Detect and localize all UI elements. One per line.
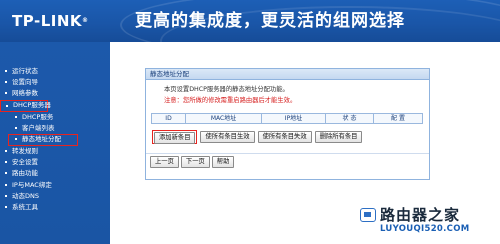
sidebar-item-setup-wizard[interactable]: 设置向导 (0, 77, 110, 88)
bullet-icon (5, 161, 7, 164)
sidebar-subitem-dhcp-service[interactable]: DHCP服务 (0, 112, 110, 123)
sidebar-item-system-tools[interactable]: 系统工具 (0, 202, 110, 213)
table-action-buttons: 添加新条目 使所有条目生效 使所有条目失效 删除所有条目 (152, 130, 363, 144)
add-button-highlight: 添加新条目 (152, 130, 198, 144)
column-header-ip: IP地址 (262, 114, 326, 123)
disable-all-button[interactable]: 使所有条目失效 (257, 131, 312, 143)
logo-registered-mark: ® (82, 17, 89, 24)
sidebar-item-label: 静态地址分配 (22, 134, 61, 143)
static-address-table: ID MAC地址 IP地址 状 态 配 置 (151, 113, 423, 124)
prev-page-button[interactable]: 上一页 (150, 156, 179, 168)
panel-title: 静态地址分配 (146, 69, 429, 80)
sidebar-item-status[interactable]: 运行状态 (0, 66, 110, 77)
header-slogan: 更高的集成度，更灵活的组网选择 (135, 11, 405, 31)
sidebar-item-label: 运行状态 (12, 67, 38, 75)
bullet-icon (5, 81, 7, 84)
panel-description: 本页设置DHCP服务器的静态地址分配功能。 (164, 86, 289, 93)
sidebar-item-label: 动态DNS (12, 191, 39, 200)
sidebar-item-ddns[interactable]: 动态DNS (0, 191, 110, 202)
bullet-icon (5, 149, 7, 152)
bullet-icon (15, 137, 17, 140)
sidebar-item-ip-mac-binding[interactable]: IP与MAC绑定 (0, 180, 110, 191)
header-banner: TP-LINK® 更高的集成度，更灵活的组网选择 (0, 0, 500, 42)
sidebar-item-label: 转发规则 (12, 146, 38, 155)
watermark-router-icon (360, 208, 376, 222)
sidebar-item-security[interactable]: 安全设置 (0, 157, 110, 168)
bullet-icon (5, 172, 7, 175)
next-page-button[interactable]: 下一页 (180, 156, 210, 168)
sidebar-item-label: 网络参数 (12, 89, 38, 98)
help-button[interactable]: 帮助 (211, 156, 235, 168)
sidebar-item-label: 设置向导 (12, 78, 38, 87)
sidebar-item-label: 路由功能 (12, 169, 38, 178)
static-address-panel: 静态地址分配 本页设置DHCP服务器的静态地址分配功能。 注意：您所做的修改需重… (145, 68, 430, 180)
bullet-icon (6, 104, 8, 107)
bullet-icon (15, 126, 17, 129)
sidebar-item-label: IP与MAC绑定 (12, 180, 52, 189)
bullet-icon (15, 115, 17, 118)
sidebar-item-label: 系统工具 (12, 202, 38, 211)
tp-link-logo: TP-LINK® (12, 10, 112, 32)
column-header-status: 状 态 (326, 114, 374, 123)
enable-all-button[interactable]: 使所有条目生效 (200, 131, 255, 143)
sidebar-item-label: DHCP服务 (22, 112, 54, 121)
column-header-mac: MAC地址 (186, 114, 262, 123)
watermark-title: 路由器之家 (380, 206, 461, 224)
sidebar-nav: 运行状态 设置向导 网络参数 DHCP服务器 DHCP服务 客户端列表 静态地址… (0, 42, 110, 244)
column-header-id: ID (152, 114, 186, 123)
column-header-config: 配 置 (374, 114, 422, 123)
bullet-icon (5, 92, 7, 95)
sidebar-item-dhcp-server[interactable]: DHCP服务器 (0, 99, 51, 112)
delete-all-button[interactable]: 删除所有条目 (314, 131, 363, 143)
sidebar-item-network[interactable]: 网络参数 (0, 88, 110, 99)
bullet-icon (5, 70, 7, 72)
sidebar-item-routing[interactable]: 路由功能 (0, 168, 110, 179)
sidebar-subitem-static-address[interactable]: 静态地址分配 (8, 133, 78, 146)
panel-notice: 注意：您所做的修改需重启路由器后才能生效。 (164, 97, 297, 104)
sidebar-item-label: 安全设置 (12, 158, 38, 167)
sidebar-item-forwarding[interactable]: 转发规则 (0, 146, 110, 157)
bullet-icon (5, 194, 7, 197)
bullet-icon (5, 205, 7, 208)
logo-text: TP-LINK (12, 12, 83, 30)
watermark-url: LUYOUQI520.COM (380, 224, 470, 234)
add-entry-button[interactable]: 添加新条目 (154, 132, 196, 144)
sidebar-item-label: 客户端列表 (22, 123, 55, 132)
sidebar-subitem-client-list[interactable]: 客户端列表 (0, 123, 110, 134)
sidebar-item-label: DHCP服务器 (13, 100, 51, 109)
pagination-bar: 上一页 下一页 帮助 (146, 153, 429, 169)
bullet-icon (5, 183, 7, 186)
